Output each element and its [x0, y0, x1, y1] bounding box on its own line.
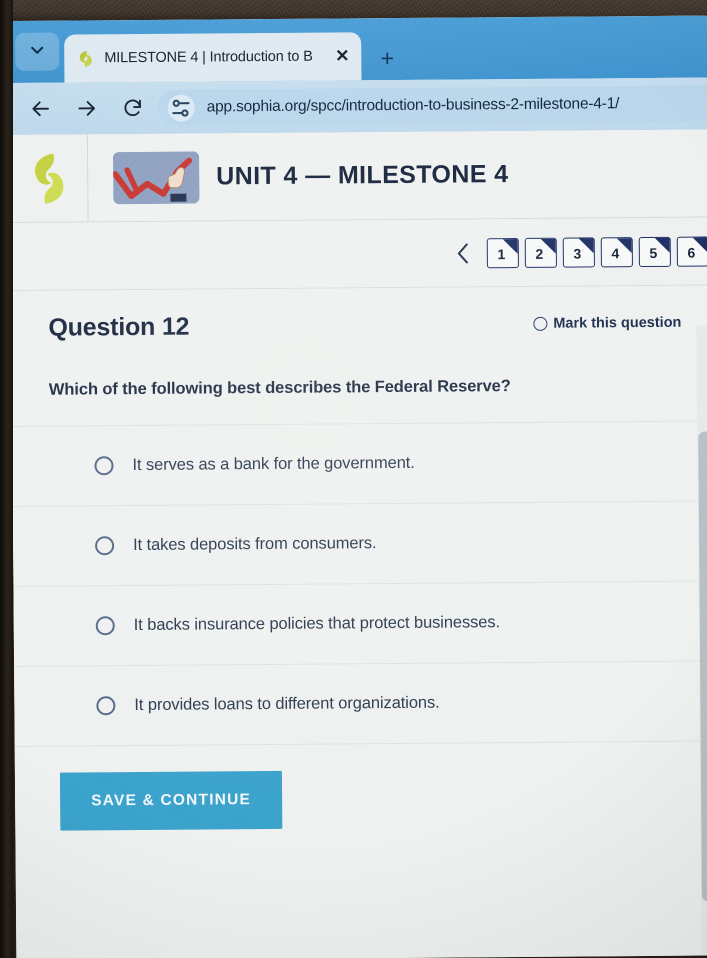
answer-option-label: It provides loans to different organizat… — [134, 693, 440, 715]
monitor-bezel-left — [0, 0, 13, 958]
sophia-logo-icon[interactable] — [9, 133, 89, 223]
pagination-number: 4 — [611, 244, 620, 261]
photo-of-screen: MILESTONE 4 | Introduction to B ✕ + app.… — [0, 0, 707, 958]
screen-content: MILESTONE 4 | Introduction to B ✕ + app.… — [9, 15, 707, 958]
pagination-item[interactable]: 5 — [638, 236, 671, 267]
address-bar-url: app.sophia.org/spcc/introduction-to-busi… — [206, 95, 620, 116]
radio-unchecked-icon[interactable] — [96, 696, 116, 716]
answer-option[interactable]: It serves as a bank for the government. — [12, 421, 707, 507]
answer-option-label: It serves as a bank for the government. — [132, 453, 415, 475]
mark-question-label: Mark this question — [553, 314, 682, 332]
radio-unchecked-icon[interactable] — [533, 316, 548, 331]
pagination-number: 6 — [687, 244, 696, 261]
pagination-item[interactable]: 1 — [486, 237, 519, 268]
page-scrollbar-track[interactable] — [696, 325, 707, 956]
answer-option[interactable]: It backs insurance policies that protect… — [13, 581, 707, 667]
radio-unchecked-icon[interactable] — [94, 456, 114, 476]
page-title: UNIT 4 — MILESTONE 4 — [216, 160, 509, 191]
course-header: UNIT 4 — MILESTONE 4 — [9, 129, 707, 223]
pagination-item[interactable]: 4 — [600, 236, 633, 267]
browser-tab[interactable]: MILESTONE 4 | Introduction to B ✕ — [64, 32, 362, 83]
browser-tab-title: MILESTONE 4 | Introduction to B — [104, 48, 313, 67]
reload-icon[interactable] — [120, 95, 146, 121]
site-settings-icon[interactable] — [167, 94, 195, 122]
address-bar[interactable]: app.sophia.org/spcc/introduction-to-busi… — [157, 85, 707, 126]
browser-toolbar: app.sophia.org/spcc/introduction-to-busi… — [9, 77, 707, 135]
question-header: Question 12 Mark this question — [11, 285, 707, 365]
chevron-left-icon[interactable] — [449, 238, 479, 268]
pagination-item[interactable]: 3 — [562, 236, 595, 268]
pagination-number: 1 — [497, 245, 506, 262]
new-tab-button[interactable]: + — [373, 44, 401, 72]
question-block: Question 12 Mark this question Which of … — [11, 285, 707, 855]
answer-options-list: It serves as a bank for the government. … — [12, 420, 707, 747]
question-prompt: Which of the following best describes th… — [48, 377, 511, 399]
mark-question-toggle[interactable]: Mark this question — [533, 315, 681, 332]
close-icon[interactable]: ✕ — [331, 45, 353, 67]
question-pagination: 1 2 3 4 5 6 — [10, 217, 707, 291]
forward-arrow-icon[interactable] — [74, 95, 100, 121]
web-page-content: UNIT 4 — MILESTONE 4 1 2 3 4 5 6 Questio… — [9, 129, 707, 958]
answer-option-label: It backs insurance policies that protect… — [133, 613, 501, 635]
chart-hand-thumbnail-icon — [113, 151, 200, 204]
pagination-number: 5 — [649, 244, 658, 261]
radio-unchecked-icon[interactable] — [95, 536, 115, 556]
pagination-list: 1 2 3 4 5 6 — [486, 236, 707, 268]
back-arrow-icon[interactable] — [28, 96, 54, 122]
browser-tab-strip: MILESTONE 4 | Introduction to B ✕ + — [9, 15, 707, 83]
answer-option[interactable]: It takes deposits from consumers. — [12, 501, 707, 587]
pagination-number: 3 — [573, 245, 582, 262]
sophia-favicon-icon — [76, 49, 95, 68]
save-and-continue-button[interactable]: SAVE & CONTINUE — [59, 770, 283, 831]
answer-option-label: It takes deposits from consumers. — [133, 534, 377, 555]
pagination-number: 2 — [535, 245, 544, 262]
chevron-down-icon — [29, 41, 45, 62]
answer-option[interactable]: It provides loans to different organizat… — [14, 661, 707, 747]
pagination-item[interactable]: 2 — [524, 237, 557, 268]
tab-search-button[interactable] — [15, 32, 60, 71]
question-number-heading: Question 12 — [48, 312, 190, 342]
question-actions: SAVE & CONTINUE — [14, 741, 707, 855]
radio-unchecked-icon[interactable] — [95, 616, 115, 636]
pagination-item[interactable]: 6 — [676, 236, 707, 267]
page-scrollbar-thumb[interactable] — [698, 431, 707, 902]
